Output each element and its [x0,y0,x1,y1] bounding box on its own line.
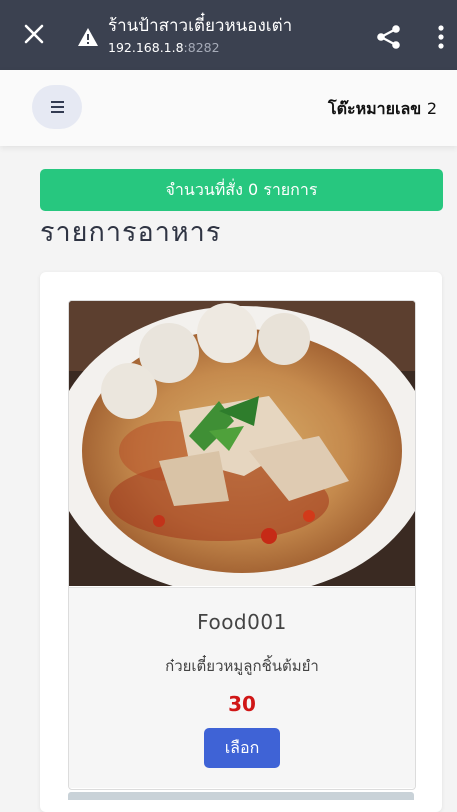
page-title[interactable]: ร้านป้าสาวเตี๋ยวหนองเต่า [108,12,292,39]
food-card: Food001 ก๋วยเตี๋ยวหมูลูกชิ้นต้มยำ 30 เลื… [68,300,416,790]
share-icon[interactable] [376,24,402,50]
section-title: รายการอาหาร [40,217,222,248]
table-number: 2 [426,99,437,118]
menu-list-container: Food001 ก๋วยเตี๋ยวหมูลูกชิ้นต้มยำ 30 เลื… [40,272,442,812]
table-label-text: โต๊ะหมายเลข [327,99,422,118]
food-info: Food001 ก๋วยเตี๋ยวหมูลูกชิ้นต้มยำ 30 เลื… [69,587,415,788]
select-food-button[interactable]: เลือก [204,728,280,768]
next-food-card [68,792,414,800]
warning-icon[interactable] [77,27,99,47]
more-vert-icon[interactable] [436,24,446,50]
order-count-banner[interactable]: จำนวนที่สั่ง 0 รายการ [40,169,443,211]
food-name: ก๋วยเตี๋ยวหมูลูกชิ้นต้มยำ [165,657,319,675]
hamburger-line [51,106,64,108]
table-number-label: โต๊ะหมายเลข 2 [328,97,437,122]
browser-toolbar: ร้านป้าสาวเตี๋ยวหนองเต่า 192.168.1.8:828… [0,0,457,70]
food-price: 30 [228,692,256,716]
hamburger-menu-button[interactable] [32,85,82,129]
food-code: Food001 [197,610,287,634]
close-icon[interactable] [22,22,46,46]
url-host: 192.168.1.8 [108,40,184,55]
url-address[interactable]: 192.168.1.8:8282 [108,40,220,55]
hamburger-line [51,111,64,113]
url-port: :8282 [183,40,220,55]
app-header: โต๊ะหมายเลข 2 [0,70,457,146]
food-photo [69,301,415,586]
hamburger-menu-icon [51,101,64,103]
